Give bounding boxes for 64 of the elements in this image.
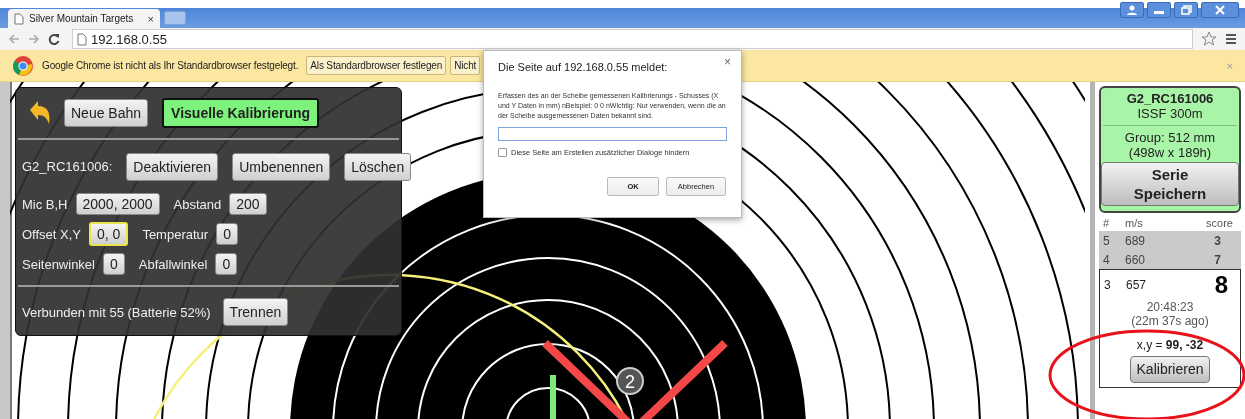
setting-value-button[interactable]: 2000, 2000 <box>75 193 160 215</box>
infobar-button[interactable]: Als Standardbrowser festlegen <box>306 56 447 75</box>
infobar-button[interactable]: Nicht <box>450 56 481 75</box>
setting-value-button[interactable]: 0 <box>216 223 238 245</box>
info-bar-message: Google Chrome ist nicht als Ihr Standardbrowser festgelegt. <box>42 60 299 71</box>
column-header: m/s <box>1124 217 1144 229</box>
device-name: G2_RC161006 <box>1125 91 1215 106</box>
setting-label: Offset X,Y <box>22 226 81 242</box>
reload-icon[interactable] <box>48 33 60 45</box>
checkbox[interactable] <box>498 148 507 157</box>
shot-coordinates: x,y = 99, -32 <box>1135 338 1205 352</box>
shot-speed: 657 <box>1125 278 1148 292</box>
device-button[interactable]: Umbenennen <box>232 152 331 181</box>
save-series-button[interactable]: Serie Speichern <box>1101 162 1239 206</box>
close-icon[interactable] <box>1201 2 1239 18</box>
page-icon <box>14 12 24 25</box>
setting-value-button[interactable]: 0, 0 <box>89 222 129 246</box>
dialog-title: Die Seite auf 192.168.0.55 meldet: <box>498 61 669 73</box>
calibrate-button[interactable]: Kalibrieren <box>1129 356 1211 383</box>
selected-shot-row[interactable]: 3 657 8 20:48:23 (22m 37s ago) x,y = 99, -32 Kalibrieren <box>1099 269 1241 388</box>
device-button[interactable]: Deaktivieren <box>126 152 219 181</box>
shot-number: 4 <box>1102 252 1111 267</box>
shot-score: 3 <box>1213 233 1222 248</box>
device-label: G2_RC161006: <box>22 159 113 174</box>
column-header: score <box>1205 217 1234 229</box>
column-header: # <box>1102 217 1111 229</box>
star-icon[interactable] <box>1201 31 1217 47</box>
menu-icon[interactable] <box>1225 33 1237 45</box>
shot-row[interactable]: 4 660 7 <box>1099 250 1241 269</box>
mode-button[interactable]: Neue Bahn <box>64 99 149 127</box>
shot-score: 7 <box>1213 252 1222 267</box>
shot-speed: 660 <box>1124 252 1147 267</box>
setting-label: Mic B,H <box>22 196 68 212</box>
dialog-close[interactable]: × <box>724 55 731 69</box>
shot-row[interactable]: 5 689 3 <box>1099 231 1241 250</box>
disconnect-button[interactable]: Trennen <box>222 298 289 326</box>
shot-number: 3 <box>1103 278 1112 292</box>
tab-close[interactable]: × <box>147 12 154 25</box>
setting-value-button[interactable]: 0 <box>103 253 125 275</box>
restore-icon[interactable] <box>1174 2 1198 18</box>
setting-label: Abfallwinkel <box>138 256 208 272</box>
input-field[interactable] <box>498 127 727 141</box>
setting-label: Seitenwinkel <box>22 256 95 272</box>
group-size-label: Group: 512 mm <box>1123 130 1217 145</box>
chrome-logo-icon <box>12 54 34 77</box>
shot-speed: 689 <box>1124 233 1147 248</box>
setting-value-button[interactable]: 0 <box>215 253 238 275</box>
connection-status: Verbunden mit 55 (Batterie 52%) <box>22 304 211 320</box>
page-icon <box>77 32 87 46</box>
group-dimensions: (498w x 189h) <box>1127 145 1213 160</box>
device-button[interactable]: Löschen <box>344 152 412 181</box>
minimize-icon[interactable] <box>1147 2 1171 18</box>
setting-label: Temperatur <box>142 226 209 242</box>
setting-label: Abstand <box>173 196 222 212</box>
address-bar[interactable]: 192.168.0.55 <box>72 29 1193 49</box>
shot-age: (22m 37s ago) <box>1130 314 1210 328</box>
shot-score: 8 <box>1213 271 1229 299</box>
mode-button-active[interactable]: Visuelle Kalibrierung <box>162 98 320 128</box>
user-icon[interactable] <box>1120 2 1144 18</box>
setting-value-button[interactable]: 200 <box>229 193 267 215</box>
shot-time: 20:48:23 <box>1145 300 1195 314</box>
discipline-label: ISSF 300m <box>1136 106 1204 121</box>
browser-tab[interactable]: Silver Mountain Targets × <box>8 9 160 28</box>
shot-number: 5 <box>1102 233 1111 248</box>
